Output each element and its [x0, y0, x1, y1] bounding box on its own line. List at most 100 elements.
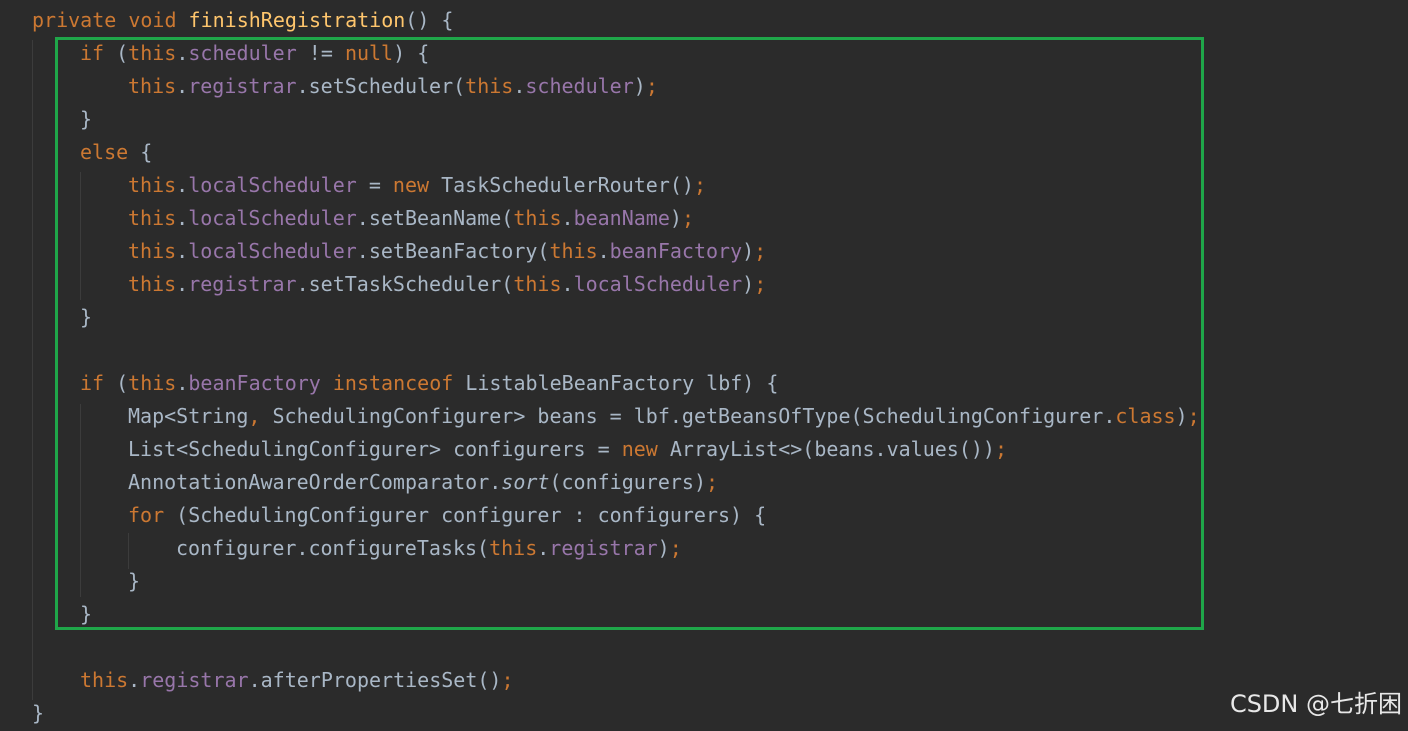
code-token: AnnotationAwareOrderComparator. [128, 470, 502, 494]
code-token: this [128, 74, 177, 98]
code-token: () { [405, 8, 454, 32]
code-line[interactable]: if (this.beanFactory instanceof Listable… [80, 367, 778, 400]
code-token: else [80, 140, 141, 164]
code-token: this [513, 206, 562, 230]
code-token: ( [116, 371, 129, 395]
code-token: TaskSchedulerRouter() [441, 173, 694, 197]
code-token: finishRegistration [188, 8, 406, 32]
code-token: localScheduler [188, 173, 357, 197]
indent-guide [80, 172, 81, 300]
code-token: ) [657, 536, 670, 560]
code-token: . [176, 272, 189, 296]
code-line[interactable]: List<SchedulingConfigurer> configurers =… [128, 433, 1007, 466]
code-token: localScheduler [188, 206, 357, 230]
code-token: ; [681, 206, 694, 230]
code-line[interactable]: if (this.scheduler != null) { [80, 37, 429, 70]
code-token: = [356, 173, 393, 197]
code-token: sort [501, 470, 550, 494]
code-editor[interactable]: private void finishRegistration() {if (t… [0, 0, 1408, 731]
code-token: new [621, 437, 670, 461]
code-line[interactable]: private void finishRegistration() { [32, 4, 453, 37]
code-token: . [597, 239, 610, 263]
code-line[interactable]: this.registrar.setScheduler(this.schedul… [128, 70, 658, 103]
code-line[interactable]: } [32, 697, 44, 730]
code-token: .setBeanName( [356, 206, 514, 230]
code-token: ) [1175, 404, 1188, 428]
code-token: ListableBeanFactory lbf) { [465, 371, 779, 395]
code-token: . [176, 41, 189, 65]
code-token: registrar [188, 272, 297, 296]
indent-guide [128, 533, 129, 569]
code-token: .afterPropertiesSet() [248, 668, 502, 692]
code-token: , [248, 404, 273, 428]
code-token: ) [633, 74, 646, 98]
code-token: if [80, 41, 117, 65]
code-token: this [489, 536, 538, 560]
code-token: List<SchedulingConfigurer> configurers = [128, 437, 622, 461]
code-token: } [80, 107, 93, 131]
code-token: null [344, 41, 394, 65]
code-token: . [561, 206, 574, 230]
code-token: .setScheduler( [296, 74, 466, 98]
code-token: ; [645, 74, 658, 98]
code-token: } [128, 569, 141, 593]
watermark: CSDN @七折困 [1229, 690, 1402, 718]
code-line[interactable]: for (SchedulingConfigurer configurer : c… [128, 499, 766, 532]
code-token: ; [706, 470, 719, 494]
code-line[interactable]: this.localScheduler = new TaskSchedulerR… [128, 169, 706, 202]
code-token: .setTaskScheduler( [296, 272, 514, 296]
code-line[interactable]: } [80, 301, 92, 334]
code-token: ; [501, 668, 514, 692]
code-token: beanFactory [609, 239, 743, 263]
code-token: configurer.configureTasks( [176, 536, 490, 560]
code-token: this [128, 239, 177, 263]
code-token: this [128, 41, 177, 65]
code-token: ; [754, 239, 767, 263]
code-token: this [128, 173, 177, 197]
code-token: ) { [393, 41, 430, 65]
code-line[interactable]: configurer.configureTasks(this.registrar… [176, 532, 682, 565]
code-token: registrar [188, 74, 297, 98]
code-token: . [176, 371, 189, 395]
code-token: ; [1187, 404, 1200, 428]
code-token: ; [754, 272, 767, 296]
code-line[interactable]: } [80, 103, 92, 136]
code-token: this [128, 272, 177, 296]
code-line[interactable]: this.registrar.setTaskScheduler(this.loc… [128, 268, 766, 301]
code-token: ; [693, 173, 707, 197]
code-token: } [32, 701, 45, 725]
code-token: localScheduler [188, 239, 357, 263]
code-token: } [80, 602, 93, 626]
code-token: registrar [549, 536, 658, 560]
code-token: } [80, 305, 93, 329]
code-line[interactable]: } [128, 565, 140, 598]
code-token: ArrayList<>(beans.values()) [669, 437, 995, 461]
code-token: . [128, 668, 141, 692]
code-token: . [176, 206, 189, 230]
indent-guide [32, 40, 33, 700]
code-token: ) [742, 272, 755, 296]
code-token: { [140, 140, 153, 164]
code-token: class [1115, 404, 1176, 428]
code-token: scheduler [188, 41, 297, 65]
code-token: . [176, 239, 189, 263]
code-token: (configurers) [549, 470, 706, 494]
code-token: . [176, 173, 189, 197]
code-line[interactable]: this.localScheduler.setBeanName(this.bea… [128, 202, 694, 235]
code-line[interactable]: AnnotationAwareOrderComparator.sort(conf… [128, 466, 718, 499]
code-token: localScheduler [573, 272, 743, 296]
code-token: ; [669, 536, 682, 560]
code-token: ( [116, 41, 129, 65]
code-line[interactable]: else { [80, 136, 152, 169]
code-token: ) [669, 206, 682, 230]
code-token: registrar [140, 668, 249, 692]
code-token: (SchedulingConfigurer configurer : confi… [176, 503, 767, 527]
code-token: beanName [573, 206, 670, 230]
code-line[interactable]: this.localScheduler.setBeanFactory(this.… [128, 235, 766, 268]
code-token: private void [32, 8, 189, 32]
code-line[interactable]: Map<String, SchedulingConfigurer> beans … [128, 400, 1200, 433]
code-token: . [537, 536, 550, 560]
code-token: . [561, 272, 574, 296]
code-line[interactable]: this.registrar.afterPropertiesSet(); [80, 664, 514, 697]
code-line[interactable]: } [80, 598, 92, 631]
